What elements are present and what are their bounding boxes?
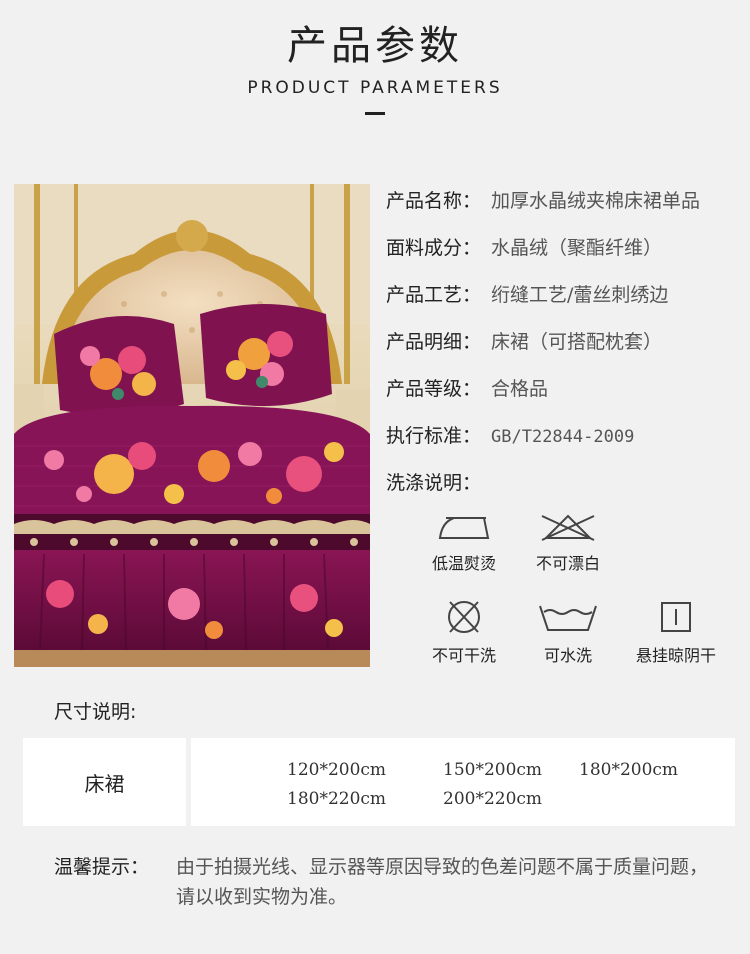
param-label: 执行标准： bbox=[386, 425, 482, 447]
size-value: 200*220cm bbox=[443, 789, 543, 809]
care-item: 不可漂白 bbox=[518, 510, 618, 574]
param-value: 床裙（可搭配枕套） bbox=[491, 331, 663, 353]
param-row-standard: 执行标准： GB/T22844-2009 bbox=[386, 419, 746, 466]
care-label: 低温熨烫 bbox=[431, 554, 496, 573]
param-row-craft: 产品工艺： 绗缝工艺/蕾丝刺绣边 bbox=[386, 278, 746, 325]
size-value: 120*200cm bbox=[287, 760, 387, 780]
product-parameters: 产品名称： 加厚水晶绒夹棉床裙单品 面料成分： 水晶绒（聚酯纤维） 产品工艺： 绗缝工… bbox=[386, 184, 746, 513]
param-value: GB/T22844-2009 bbox=[491, 427, 635, 447]
hand-wash-icon bbox=[539, 605, 597, 631]
param-label: 面料成分： bbox=[386, 237, 482, 259]
size-table: 床裙 120*200cm 150*200cm 180*200cm 180*220… bbox=[23, 738, 735, 826]
care-item: 悬挂晾阴干 bbox=[626, 598, 726, 666]
size-section-title: 尺寸说明: bbox=[54, 701, 137, 723]
iron-low-temp-icon bbox=[438, 517, 490, 539]
param-value: 合格品 bbox=[491, 378, 549, 400]
param-row-name: 产品名称： 加厚水晶绒夹棉床裙单品 bbox=[386, 184, 746, 231]
care-label: 不可漂白 bbox=[535, 554, 600, 573]
care-label: 悬挂晾阴干 bbox=[635, 646, 716, 665]
care-label: 可水洗 bbox=[543, 646, 592, 665]
tip-label: 温馨提示： bbox=[54, 856, 150, 878]
line-dry-shade-icon bbox=[661, 602, 691, 632]
bed-skirt-illustration bbox=[14, 184, 370, 667]
no-bleach-icon bbox=[541, 514, 595, 541]
page-title: 产品参数 bbox=[287, 23, 463, 69]
size-value: 150*200cm bbox=[443, 760, 543, 780]
param-row-fabric: 面料成分： 水晶绒（聚酯纤维） bbox=[386, 231, 746, 278]
care-label: 不可干洗 bbox=[431, 646, 496, 665]
care-item: 不可干洗 bbox=[414, 598, 514, 666]
size-value: 180*200cm bbox=[579, 760, 679, 780]
care-item: 低温熨烫 bbox=[414, 510, 514, 574]
care-item: 可水洗 bbox=[518, 598, 618, 666]
param-value: 加厚水晶绒夹棉床裙单品 bbox=[491, 190, 701, 212]
page-subtitle: PRODUCT PARAMETERS bbox=[247, 78, 503, 98]
param-label: 产品名称： bbox=[386, 190, 482, 212]
param-label: 产品明细： bbox=[386, 331, 482, 353]
param-label: 产品等级： bbox=[386, 378, 482, 400]
size-item-name: 床裙 bbox=[23, 738, 186, 826]
tip-text: 由于拍摄光线、显示器等原因导致的色差问题不属于质量问题，请以收到实物为准。 bbox=[176, 856, 709, 908]
product-photo bbox=[14, 184, 370, 667]
param-label: 洗涤说明： bbox=[386, 472, 482, 494]
param-value: 水晶绒（聚酯纤维） bbox=[491, 237, 663, 259]
no-dry-clean-icon bbox=[448, 601, 480, 633]
param-row-washing: 洗涤说明： bbox=[386, 466, 746, 513]
title-divider bbox=[365, 112, 385, 115]
param-row-grade: 产品等级： 合格品 bbox=[386, 372, 746, 419]
size-values: 120*200cm 150*200cm 180*200cm 180*220cm … bbox=[191, 738, 735, 826]
param-label: 产品工艺： bbox=[386, 284, 482, 306]
page-header: 产品参数 PRODUCT PARAMETERS bbox=[0, 20, 750, 115]
param-value: 绗缝工艺/蕾丝刺绣边 bbox=[491, 284, 669, 306]
size-value: 180*220cm bbox=[287, 789, 387, 809]
param-row-contents: 产品明细： 床裙（可搭配枕套） bbox=[386, 325, 746, 372]
